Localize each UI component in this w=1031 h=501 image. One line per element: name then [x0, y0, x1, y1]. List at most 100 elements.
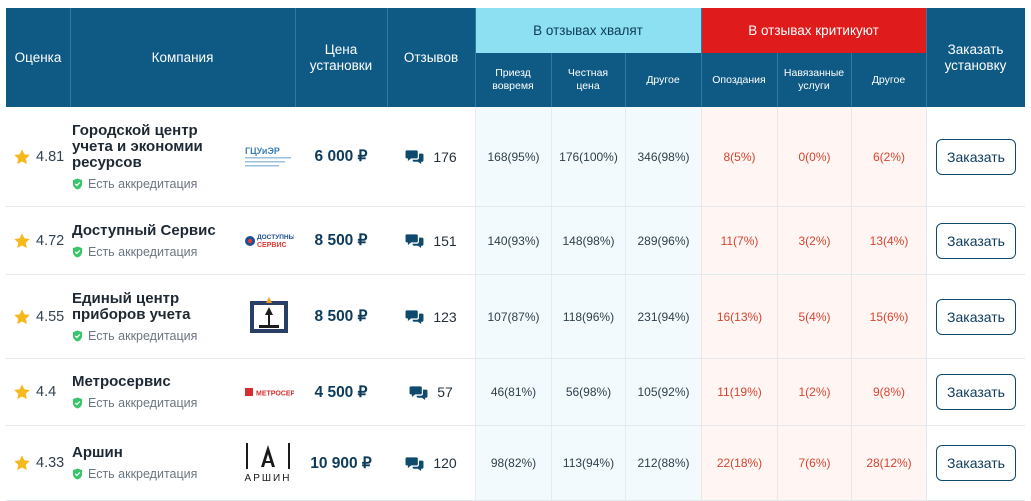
praise-cell: 148(98%) — [551, 207, 625, 274]
criticize-cell: 11(19%) — [701, 359, 777, 425]
reviews-cell: 123 — [387, 275, 475, 358]
company-name-link[interactable]: Аршин — [72, 445, 197, 461]
praise-cell: 176(100%) — [551, 107, 625, 206]
star-icon — [13, 232, 31, 250]
praise-value: 212(88%) — [637, 456, 690, 470]
criticize-cell: 6(2%) — [851, 107, 926, 206]
chat-bubbles-icon — [405, 455, 424, 472]
order-button[interactable]: Заказать — [936, 138, 1016, 175]
chat-bubbles-icon — [405, 148, 424, 165]
criticize-value: 13(4%) — [869, 233, 909, 248]
criticize-cell: 22(18%) — [701, 426, 777, 500]
table-row: 4.33 Аршин Есть аккредитация АРШИН 10 90… — [6, 426, 1025, 501]
praise-value: 176(100%) — [559, 149, 618, 164]
praise-cell: 105(92%) — [625, 359, 701, 425]
criticize-value: 1(2%) — [798, 385, 831, 399]
table-row: 4.72 Доступный Сервис Есть аккредитация … — [6, 207, 1025, 275]
praise-value: 289(96%) — [637, 233, 690, 248]
praise-cell: 168(95%) — [475, 107, 551, 206]
company-name-link[interactable]: Единый центр приборов учета — [72, 290, 242, 323]
praise-value: 105(92%) — [637, 385, 690, 399]
praise-cell: 113(94%) — [551, 426, 625, 500]
criticize-cell: 13(4%) — [851, 207, 926, 274]
accreditation-badge: Есть аккредитация — [72, 467, 197, 481]
shield-check-icon — [72, 178, 83, 190]
installation-price: 4 500 ₽ — [314, 383, 368, 401]
svg-text:ГЦУиЭР: ГЦУиЭР — [245, 146, 280, 156]
order-button[interactable]: Заказать — [936, 222, 1016, 259]
edinyi-centr-logo — [244, 275, 294, 358]
header-reviews: Отзывов — [387, 8, 475, 107]
praise-value: 140(93%) — [487, 233, 540, 248]
order-cell: Заказать — [926, 207, 1025, 274]
praise-value: 56(98%) — [565, 385, 612, 399]
reviews-count[interactable]: 151 — [405, 232, 457, 249]
subheader-on-time: Приезд вовремя — [475, 53, 551, 107]
criticize-value: 22(18%) — [716, 456, 763, 470]
company-cell: Городской центр учета и экономии ресурсо… — [72, 107, 242, 206]
reviews-count[interactable]: 176 — [405, 148, 457, 165]
praise-cell: 346(98%) — [625, 107, 701, 206]
criticize-cell: 11(7%) — [701, 207, 777, 274]
rating-value: 4.55 — [36, 308, 65, 325]
reviews-cell: 120 — [387, 426, 475, 500]
header-price: Цена установки — [295, 8, 387, 107]
header-criticize: В отзывах критикуют — [701, 8, 926, 53]
criticize-cell: 5(4%) — [777, 275, 851, 358]
order-cell: Заказать — [926, 426, 1025, 500]
shield-check-icon — [72, 246, 83, 258]
chat-bubbles-icon — [405, 308, 424, 325]
order-button[interactable]: Заказать — [936, 374, 1016, 410]
praise-value: 98(82%) — [490, 456, 537, 470]
reviews-count[interactable]: 57 — [409, 384, 453, 401]
star-icon — [13, 383, 31, 401]
installation-price: 6 000 ₽ — [314, 148, 368, 165]
criticize-value: 5(4%) — [798, 309, 831, 324]
price-cell: 8 500 ₽ — [295, 207, 387, 274]
praise-value: 346(98%) — [637, 149, 690, 164]
rating-cell: 4.81 — [13, 107, 70, 206]
star-icon — [13, 454, 31, 472]
svg-text:МЕТРОСЕРВИС: МЕТРОСЕРВИС — [256, 391, 294, 398]
price-cell: 4 500 ₽ — [295, 359, 387, 425]
criticize-value: 8(5%) — [723, 149, 756, 164]
criticize-value: 9(8%) — [872, 385, 905, 399]
praise-value: 231(94%) — [637, 309, 690, 324]
reviews-count[interactable]: 123 — [405, 308, 457, 325]
praise-cell: 231(94%) — [625, 275, 701, 358]
company-name-link[interactable]: Городской центр учета и экономии ресурсо… — [72, 122, 242, 171]
rating: 4.33 — [13, 454, 64, 472]
rating-cell: 4.55 — [13, 275, 70, 358]
table-row: 4.4 Метросервис Есть аккредитация МЕТРОС… — [6, 359, 1025, 426]
accreditation-badge: Есть аккредитация — [72, 177, 242, 191]
rating-cell: 4.33 — [13, 426, 70, 500]
subheader-imposed-services: Навязанные услуги — [777, 53, 851, 107]
gcuer-logo: ГЦУиЭР — [244, 107, 294, 206]
criticize-cell: 3(2%) — [777, 207, 851, 274]
rating: 4.55 — [13, 308, 64, 326]
criticize-cell: 8(5%) — [701, 107, 777, 206]
installation-price: 8 500 ₽ — [314, 232, 368, 249]
praise-cell: 289(96%) — [625, 207, 701, 274]
criticize-cell: 15(6%) — [851, 275, 926, 358]
praise-value: 168(95%) — [487, 149, 540, 164]
installation-price: 8 500 ₽ — [314, 308, 368, 325]
header-order: Заказать установку — [926, 8, 1025, 107]
subheader-fair-price: Честная цена — [551, 53, 625, 107]
criticize-value: 28(12%) — [866, 456, 912, 470]
star-icon — [13, 148, 31, 166]
company-name-link[interactable]: Метросервис — [72, 374, 197, 390]
order-button[interactable]: Заказать — [936, 298, 1016, 335]
order-button[interactable]: Заказать — [936, 445, 1016, 481]
company-name-link[interactable]: Доступный Сервис — [72, 222, 216, 239]
praise-value: 118(96%) — [562, 309, 615, 324]
praise-cell: 118(96%) — [551, 275, 625, 358]
price-cell: 10 900 ₽ — [295, 426, 387, 500]
price-cell: 6 000 ₽ — [295, 107, 387, 206]
reviews-count[interactable]: 120 — [405, 455, 457, 472]
criticize-cell: 1(2%) — [777, 359, 851, 425]
rating-value: 4.81 — [36, 148, 65, 165]
accreditation-badge: Есть аккредитация — [72, 329, 242, 343]
order-cell: Заказать — [926, 359, 1025, 425]
price-cell: 8 500 ₽ — [295, 275, 387, 358]
